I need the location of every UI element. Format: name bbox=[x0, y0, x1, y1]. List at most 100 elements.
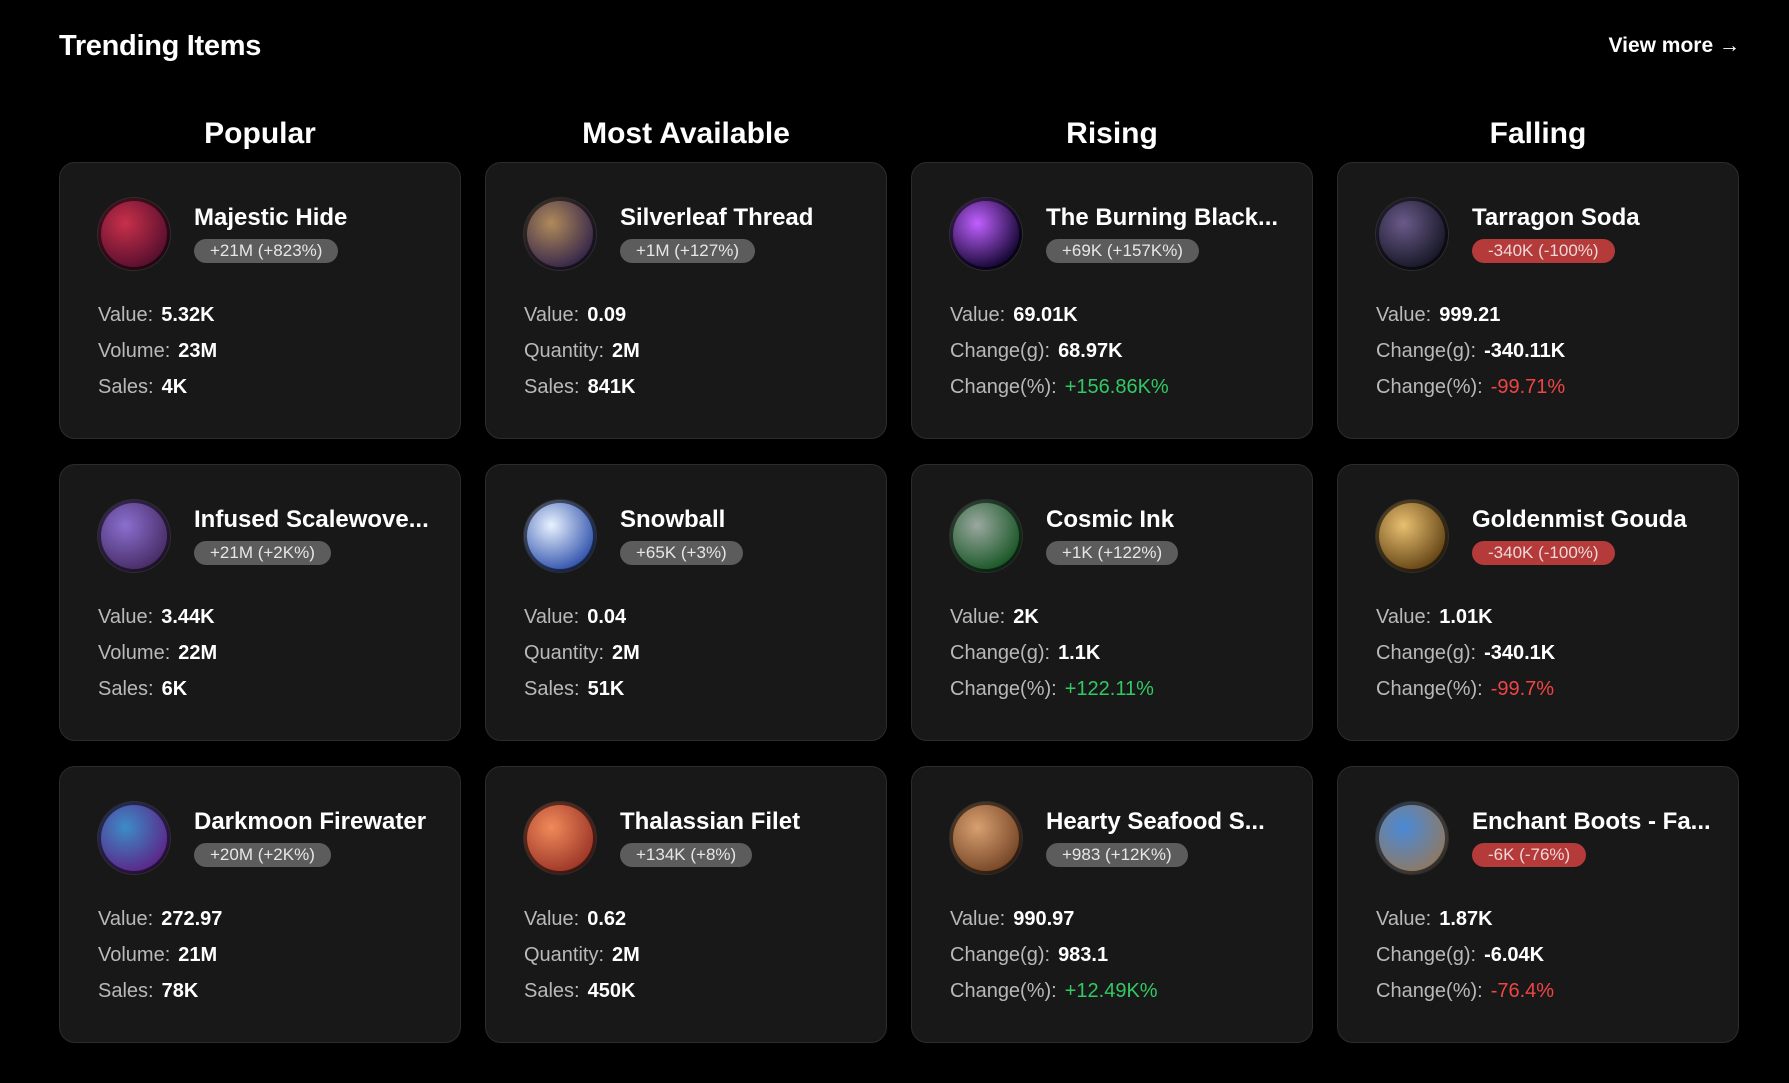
purple-potion-icon bbox=[98, 802, 170, 874]
page-header: Trending Items View more → bbox=[59, 26, 1740, 66]
column-most-available: Most Available Silverleaf Thread +1M (+127… bbox=[485, 112, 887, 1068]
stat-value: 0.09 bbox=[587, 304, 627, 326]
stat-row: Sales: 841K bbox=[524, 369, 886, 405]
item-card[interactable]: Cosmic Ink +1K (+122%) Value: 2K Change(g): 1… bbox=[911, 464, 1313, 741]
item-card[interactable]: Silverleaf Thread +1M (+127%) Value: 0.09 Qu… bbox=[485, 162, 887, 439]
ink-jar-icon bbox=[950, 500, 1022, 572]
item-name[interactable]: Snowball bbox=[620, 506, 743, 534]
stat-row: Change(%): +12.49K% bbox=[950, 973, 1312, 1009]
stat-value: -76.4% bbox=[1490, 980, 1555, 1002]
item-card[interactable]: Thalassian Filet +134K (+8%) Value: 0.62 Qua… bbox=[485, 766, 887, 1043]
stat-label: Sales: bbox=[98, 980, 154, 1002]
item-card[interactable]: Tarragon Soda -340K (-100%) Value: 999.21 Ch… bbox=[1337, 162, 1739, 439]
stat-value: 1.01K bbox=[1439, 606, 1493, 628]
stat-label: Value: bbox=[524, 908, 580, 930]
stat-label: Change(%): bbox=[950, 678, 1057, 700]
stat-row: Volume: 22M bbox=[98, 635, 460, 671]
stat-row: Sales: 450K bbox=[524, 973, 886, 1009]
stat-label: Change(g): bbox=[1376, 642, 1477, 664]
stat-value: 69.01K bbox=[1013, 304, 1078, 326]
stat-label: Sales: bbox=[98, 376, 154, 398]
item-card[interactable]: Goldenmist Gouda -340K (-100%) Value: 1.01K… bbox=[1337, 464, 1739, 741]
stat-row: Volume: 23M bbox=[98, 333, 460, 369]
stat-row: Change(g): -6.04K bbox=[1376, 937, 1738, 973]
stat-row: Value: 990.97 bbox=[950, 901, 1312, 937]
stat-row: Value: 3.44K bbox=[98, 599, 460, 635]
stat-row: Change(g): 1.1K bbox=[950, 635, 1312, 671]
stat-label: Value: bbox=[1376, 908, 1432, 930]
change-badge: +1K (+122%) bbox=[1046, 541, 1179, 565]
stat-row: Change(%): +156.86K% bbox=[950, 369, 1312, 405]
stat-label: Quantity: bbox=[524, 642, 605, 664]
item-card[interactable]: Majestic Hide +21M (+823%) Value: 5.32K Volu… bbox=[59, 162, 461, 439]
stat-value: 51K bbox=[587, 678, 625, 700]
stat-value: 0.62 bbox=[587, 908, 627, 930]
stat-value: 983.1 bbox=[1058, 944, 1109, 966]
change-badge: +69K (+157K%) bbox=[1046, 239, 1199, 263]
stat-value: 0.04 bbox=[587, 606, 627, 628]
change-badge: -6K (-76%) bbox=[1472, 843, 1587, 867]
stat-label: Change(g): bbox=[950, 944, 1051, 966]
snowball-icon bbox=[524, 500, 596, 572]
item-card[interactable]: Enchant Boots - Fa... -6K (-76%) Value: 1.8… bbox=[1337, 766, 1739, 1043]
item-name[interactable]: Tarragon Soda bbox=[1472, 204, 1640, 232]
stat-row: Value: 0.09 bbox=[524, 297, 886, 333]
stat-row: Change(%): +122.11% bbox=[950, 671, 1312, 707]
item-name[interactable]: Darkmoon Firewater bbox=[194, 808, 426, 836]
item-name[interactable]: Infused Scalewove... bbox=[194, 506, 429, 534]
purple-scale-icon bbox=[98, 500, 170, 572]
stat-value: 990.97 bbox=[1013, 908, 1075, 930]
page-title: Trending Items bbox=[59, 29, 262, 62]
item-stats: Value: 0.09 Quantity: 2M Sales: 841K bbox=[524, 297, 886, 405]
change-badge: +21M (+2K%) bbox=[194, 541, 331, 565]
stat-label: Value: bbox=[950, 606, 1006, 628]
stat-label: Value: bbox=[950, 304, 1006, 326]
stat-value: -99.7% bbox=[1490, 678, 1555, 700]
stat-label: Change(%): bbox=[950, 376, 1057, 398]
item-name[interactable]: Goldenmist Gouda bbox=[1472, 506, 1687, 534]
item-card[interactable]: Snowball +65K (+3%) Value: 0.04 Quantity: 2M S… bbox=[485, 464, 887, 741]
stat-label: Value: bbox=[524, 606, 580, 628]
stat-value: 2K bbox=[1013, 606, 1039, 628]
stat-row: Change(g): 68.97K bbox=[950, 333, 1312, 369]
item-card[interactable]: Darkmoon Firewater +20M (+2K%) Value: 272.9… bbox=[59, 766, 461, 1043]
stat-label: Value: bbox=[98, 908, 154, 930]
stat-row: Value: 272.97 bbox=[98, 901, 460, 937]
item-stats: Value: 5.32K Volume: 23M Sales: 4K bbox=[98, 297, 460, 405]
change-badge: +65K (+3%) bbox=[620, 541, 743, 565]
stat-row: Change(%): -76.4% bbox=[1376, 973, 1738, 1009]
red-hide-icon bbox=[98, 198, 170, 270]
stat-value: 4K bbox=[161, 376, 188, 398]
item-stats: Value: 1.01K Change(g): -340.1K Change(%): -9… bbox=[1376, 599, 1738, 707]
stat-row: Value: 0.62 bbox=[524, 901, 886, 937]
item-name[interactable]: Enchant Boots - Fa... bbox=[1472, 808, 1711, 836]
stat-label: Volume: bbox=[98, 944, 171, 966]
stat-value: 5.32K bbox=[161, 304, 215, 326]
item-card[interactable]: Infused Scalewove... +21M (+2K%) Value: 3.4… bbox=[59, 464, 461, 741]
item-stats: Value: 990.97 Change(g): 983.1 Change(%): +12… bbox=[950, 901, 1312, 1009]
item-name[interactable]: Cosmic Ink bbox=[1046, 506, 1178, 534]
stat-row: Value: 69.01K bbox=[950, 297, 1312, 333]
seafood-bowl-icon bbox=[950, 802, 1022, 874]
item-name[interactable]: The Burning Black... bbox=[1046, 204, 1278, 232]
meat-filet-icon bbox=[524, 802, 596, 874]
item-name[interactable]: Majestic Hide bbox=[194, 204, 347, 232]
item-card[interactable]: The Burning Black... +69K (+157K%) Value: 6… bbox=[911, 162, 1313, 439]
view-more-link[interactable]: View more → bbox=[1609, 34, 1741, 58]
change-badge: +21M (+823%) bbox=[194, 239, 339, 263]
stat-row: Change(g): 983.1 bbox=[950, 937, 1312, 973]
item-card[interactable]: Hearty Seafood S... +983 (+12K%) Value: 990… bbox=[911, 766, 1313, 1043]
item-name[interactable]: Silverleaf Thread bbox=[620, 204, 813, 232]
stat-value: 272.97 bbox=[161, 908, 223, 930]
change-badge: +1M (+127%) bbox=[620, 239, 755, 263]
stat-label: Change(g): bbox=[950, 642, 1051, 664]
stat-label: Sales: bbox=[98, 678, 154, 700]
stat-label: Quantity: bbox=[524, 340, 605, 362]
item-name[interactable]: Hearty Seafood S... bbox=[1046, 808, 1265, 836]
stat-value: +12.49K% bbox=[1064, 980, 1158, 1002]
item-name[interactable]: Thalassian Filet bbox=[620, 808, 800, 836]
enchant-scroll-icon bbox=[1376, 802, 1448, 874]
stat-row: Sales: 6K bbox=[98, 671, 460, 707]
stat-label: Value: bbox=[950, 908, 1006, 930]
stat-row: Sales: 51K bbox=[524, 671, 886, 707]
